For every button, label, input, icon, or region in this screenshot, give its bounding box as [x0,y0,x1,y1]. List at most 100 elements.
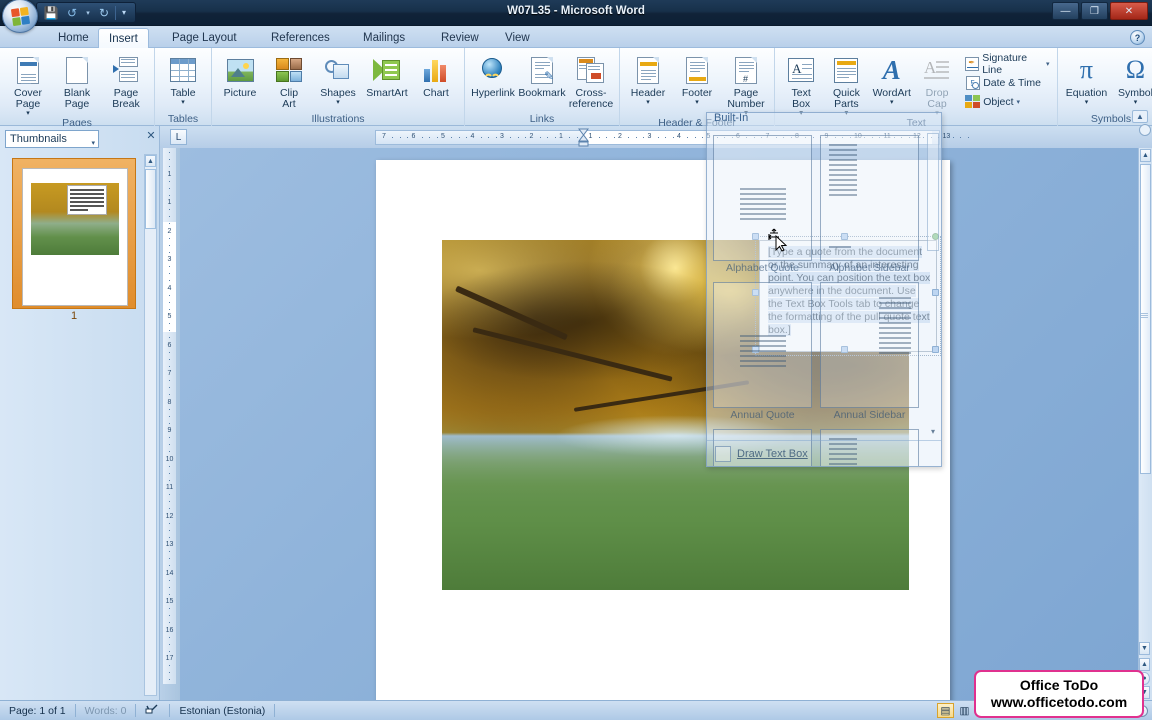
vruler-dot [169,301,170,303]
scroll-down-button[interactable]: ▼ [1139,642,1150,655]
scroll-up-button[interactable]: ▲ [1140,149,1151,162]
tab-references[interactable]: References [261,28,340,48]
thumbnails-list[interactable]: 1 [0,152,148,700]
object-button[interactable]: Object ▾ [963,92,1053,111]
button-label: Header ▾ [631,88,665,107]
chevron-down-icon[interactable]: ▾ [1046,60,1050,68]
table-button[interactable]: Table ▾ [159,52,207,106]
scrollbar-thumb[interactable] [1140,164,1151,474]
gallery-item-alphabet-quote[interactable]: Alphabet Quote [713,135,812,276]
gallery-item-alphabet-sidebar[interactable]: Alphabet Sidebar [820,135,919,276]
hyperlink-button[interactable]: Hyperlink [469,52,517,99]
button-label: Equation ▾ [1066,88,1107,107]
picture-button[interactable]: Picture [216,52,264,99]
chevron-down-icon[interactable]: ▾ [873,99,911,106]
chevron-down-icon[interactable]: ▾ [1066,99,1107,106]
text-box-button[interactable]: A Text Box ▾ [779,52,823,117]
bookmark-button[interactable]: ✎ Bookmark [518,52,566,99]
chart-button[interactable]: Chart [412,52,460,99]
header-button[interactable]: Header ▾ [624,52,672,106]
page-break-button[interactable]: Page Break [102,52,150,110]
shapes-button[interactable]: Shapes ▾ [314,52,362,106]
blank-page-button[interactable]: Blank Page [53,52,101,110]
undo-button[interactable]: ↺ [62,4,82,21]
redo-button[interactable]: ↻ [94,4,114,21]
view-print-layout-button[interactable]: ▤ [937,703,954,718]
status-page-number[interactable]: Page: 1 of 1 [0,702,75,720]
quick-parts-button[interactable]: Quick Parts ▾ [824,52,868,117]
minimize-button[interactable]: — [1052,2,1079,20]
tab-insert[interactable]: Insert [98,28,149,48]
thumbnail-page-1[interactable]: 1 [12,158,136,324]
chevron-down-icon[interactable]: ▾ [1017,98,1021,106]
select-browse-object-button[interactable] [1139,124,1151,136]
draw-text-box-menu-item[interactable]: Draw Text Box [707,440,941,466]
ruler-dot [421,137,423,138]
tab-mailings[interactable]: Mailings [353,28,415,48]
thumbnails-scrollbar[interactable]: ▲ [144,154,157,696]
date-time-button[interactable]: 5Date & Time [963,73,1053,92]
previous-page-button[interactable]: ▲ [1139,658,1150,671]
help-button[interactable]: ? [1130,30,1145,45]
symbol-button[interactable]: Ω Symbol ▾ [1111,52,1152,107]
chevron-down-icon[interactable]: ▾ [682,99,712,106]
office-button[interactable] [2,0,38,33]
ruler-dot [495,137,497,138]
bookmark-icon: ✎ [526,54,558,86]
draw-text-box-icon [715,445,731,462]
cover-page-button[interactable]: Cover Page ▾ [4,52,52,117]
chevron-down-icon[interactable]: ▾ [631,99,665,106]
clip-art-button[interactable]: Clip Art [265,52,313,110]
customize-qat-button[interactable]: ▾ [117,4,131,21]
signature-line-button[interactable]: ✒ Signature Line ▾ [963,52,1053,76]
status-word-count[interactable]: Words: 0 [76,702,136,720]
document-vertical-scrollbar[interactable]: ▲ ▼ ▲ ● ▼ [1138,124,1152,700]
tab-review[interactable]: Review [431,28,489,48]
cross-reference-button[interactable]: Cross-reference [567,52,615,110]
thumbnails-scrollbar-thumb[interactable] [145,169,156,229]
document-canvas[interactable]: [Type a quote from the document or the s… [180,148,1138,700]
gallery-item-annual-quote[interactable]: Annual Quote [713,282,812,423]
close-thumbnails-pane-button[interactable]: ✕ [144,130,158,144]
close-button[interactable]: ✕ [1110,2,1148,20]
smartart-button[interactable]: SmartArt [363,52,411,99]
proofing-errors-icon[interactable] [136,702,169,720]
footer-button[interactable]: Footer ▾ [673,52,721,106]
equation-button[interactable]: π Equation ▾ [1062,52,1110,107]
ruler-dot [665,137,667,138]
tab-stop-selector[interactable]: L [170,129,187,145]
scroll-up-icon[interactable]: ▲ [145,155,156,167]
ruler-tick: 7 [382,133,386,140]
gallery-scrollbar-thumb[interactable] [927,133,939,251]
ruler-dot [525,137,527,138]
indent-marker[interactable] [578,128,589,147]
vertical-ruler[interactable]: 211234567891011121314151617 [160,126,180,700]
gallery-more-caret[interactable]: ▾ [931,427,935,436]
chevron-down-icon[interactable]: ▾ [1118,99,1152,106]
button-label: Symbol ▾ [1118,88,1152,107]
button-label-line1: Table [170,87,196,99]
ribbon-tab-strip: Home Insert Page Layout References Mailings R… [0,26,1152,48]
tab-home[interactable]: Home [48,28,99,48]
tab-page-layout[interactable]: Page Layout [162,28,247,48]
chevron-down-icon[interactable]: ▾ [320,99,356,106]
ruler-tick: 1 [588,133,593,140]
preview-line [740,218,786,220]
status-language[interactable]: Estonian (Estonia) [170,702,274,720]
minimize-ribbon-button[interactable]: ▲ [1132,110,1148,123]
save-button[interactable]: 💾 [41,4,61,21]
drop-cap-button[interactable]: A Drop Cap ▾ [915,52,959,117]
tab-view[interactable]: View [495,28,540,48]
gallery-item-annual-sidebar[interactable]: Annual Sidebar [820,282,919,423]
view-full-screen-reading-button[interactable]: ▥ [956,703,973,718]
undo-dropdown-button[interactable]: ▾ [83,4,93,21]
preview-line [829,184,857,186]
page-number-button[interactable]: # Page Number ▾ [722,52,770,117]
thumbnails-pane-selector[interactable]: Thumbnails ▾ [5,130,99,148]
thumbnails-pane: Thumbnails ▾ ✕ 1 ▲ [0,126,160,700]
chevron-down-icon[interactable]: ▾ [170,99,195,106]
text-box-gallery-dropdown[interactable]: Alphabet Quote Alphabet Sidebar Annual Quo… [706,112,942,467]
wordart-button[interactable]: A WordArt ▾ [870,52,914,106]
chevron-down-icon[interactable]: ▾ [14,110,42,117]
restore-button[interactable]: ❐ [1081,2,1108,20]
